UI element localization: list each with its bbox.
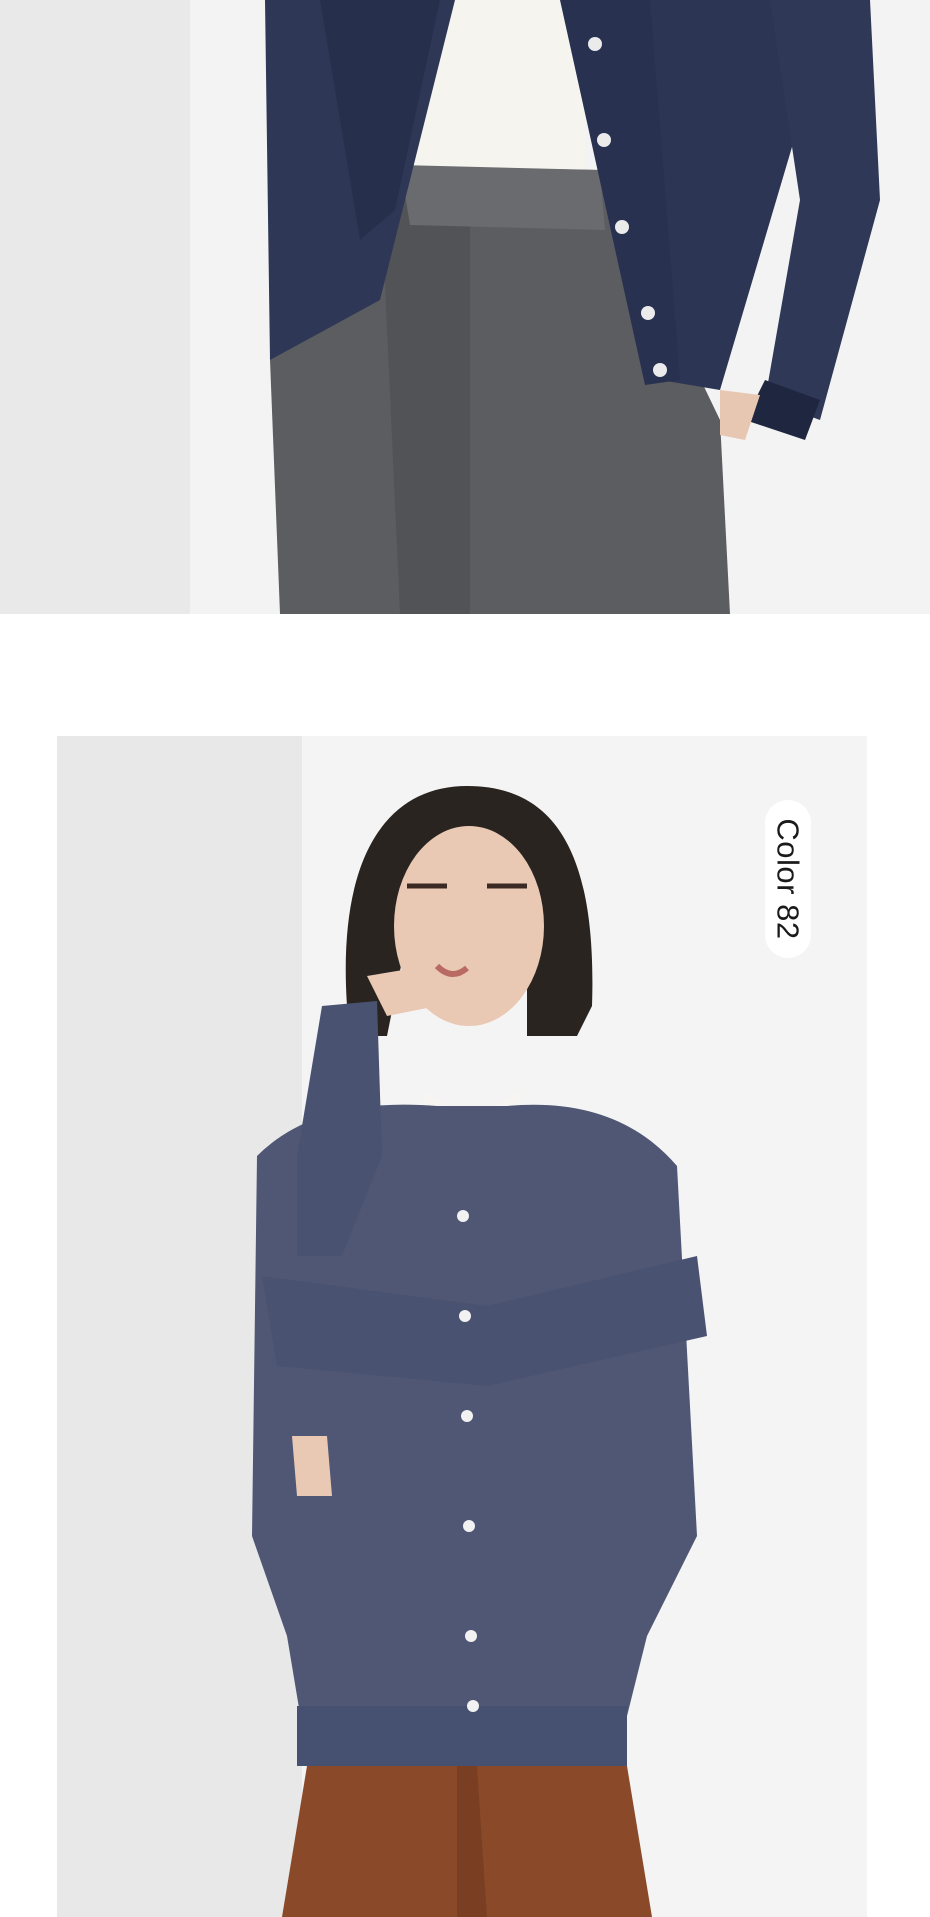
color-label-badge: Color 82 bbox=[765, 800, 811, 958]
product-photo-top bbox=[0, 0, 930, 614]
product-photo-bottom-image bbox=[57, 736, 867, 1917]
product-photo-bottom bbox=[57, 736, 867, 1917]
color-label-text: Color 82 bbox=[771, 818, 806, 940]
product-photo-top-image bbox=[0, 0, 930, 614]
